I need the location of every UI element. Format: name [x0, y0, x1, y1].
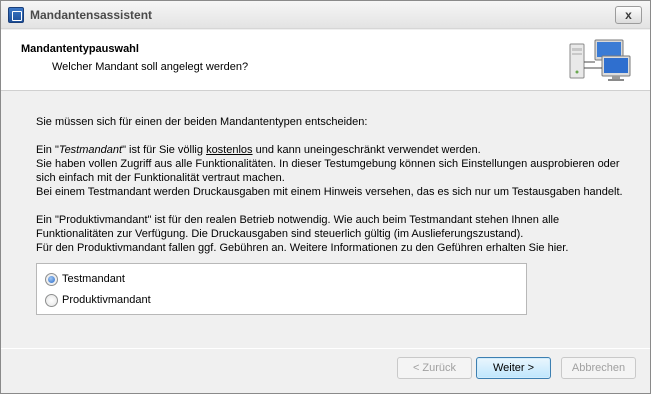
close-button[interactable]: x	[615, 6, 642, 24]
next-button[interactable]: Weiter >	[476, 357, 551, 379]
page-title: Mandantentypauswahl	[21, 43, 139, 55]
radio-option-testmandant[interactable]: Testmandant	[45, 271, 125, 287]
test-description: Ein "Testmandant" ist für Sie völlig kos…	[36, 144, 623, 198]
computers-icon	[569, 39, 631, 81]
radio-label-produktivmandant[interactable]: Produktivmandant	[62, 294, 151, 306]
mandant-type-group: Testmandant Produktivmandant	[36, 263, 527, 315]
radio-option-produktivmandant[interactable]: Produktivmandant	[45, 292, 151, 308]
wizard-window: Mandantensassistent x Mandantentypauswah…	[0, 0, 651, 394]
back-button[interactable]: < Zurück	[397, 357, 472, 379]
radio-produktivmandant[interactable]	[45, 293, 58, 307]
intro-text: Sie müssen sich für einen der beiden Man…	[36, 116, 368, 128]
radio-label-testmandant[interactable]: Testmandant	[62, 273, 125, 285]
footer-divider	[1, 348, 650, 349]
prod-description: Ein "Produktivmandant" ist für den reale…	[36, 214, 569, 254]
content-area: Sie müssen sich für einen der beiden Man…	[36, 115, 626, 269]
cancel-button[interactable]: Abbrechen	[561, 357, 636, 379]
title-bar[interactable]: Mandantensassistent x	[1, 1, 650, 29]
window-title: Mandantensassistent	[30, 8, 153, 22]
radio-testmandant-selected[interactable]	[45, 272, 58, 286]
page-subtitle: Welcher Mandant soll angelegt werden?	[52, 61, 249, 73]
app-icon	[8, 7, 24, 23]
wizard-header: Mandantentypauswahl Welcher Mandant soll…	[1, 30, 650, 91]
kostenlos-link[interactable]: kostenlos	[206, 144, 252, 156]
